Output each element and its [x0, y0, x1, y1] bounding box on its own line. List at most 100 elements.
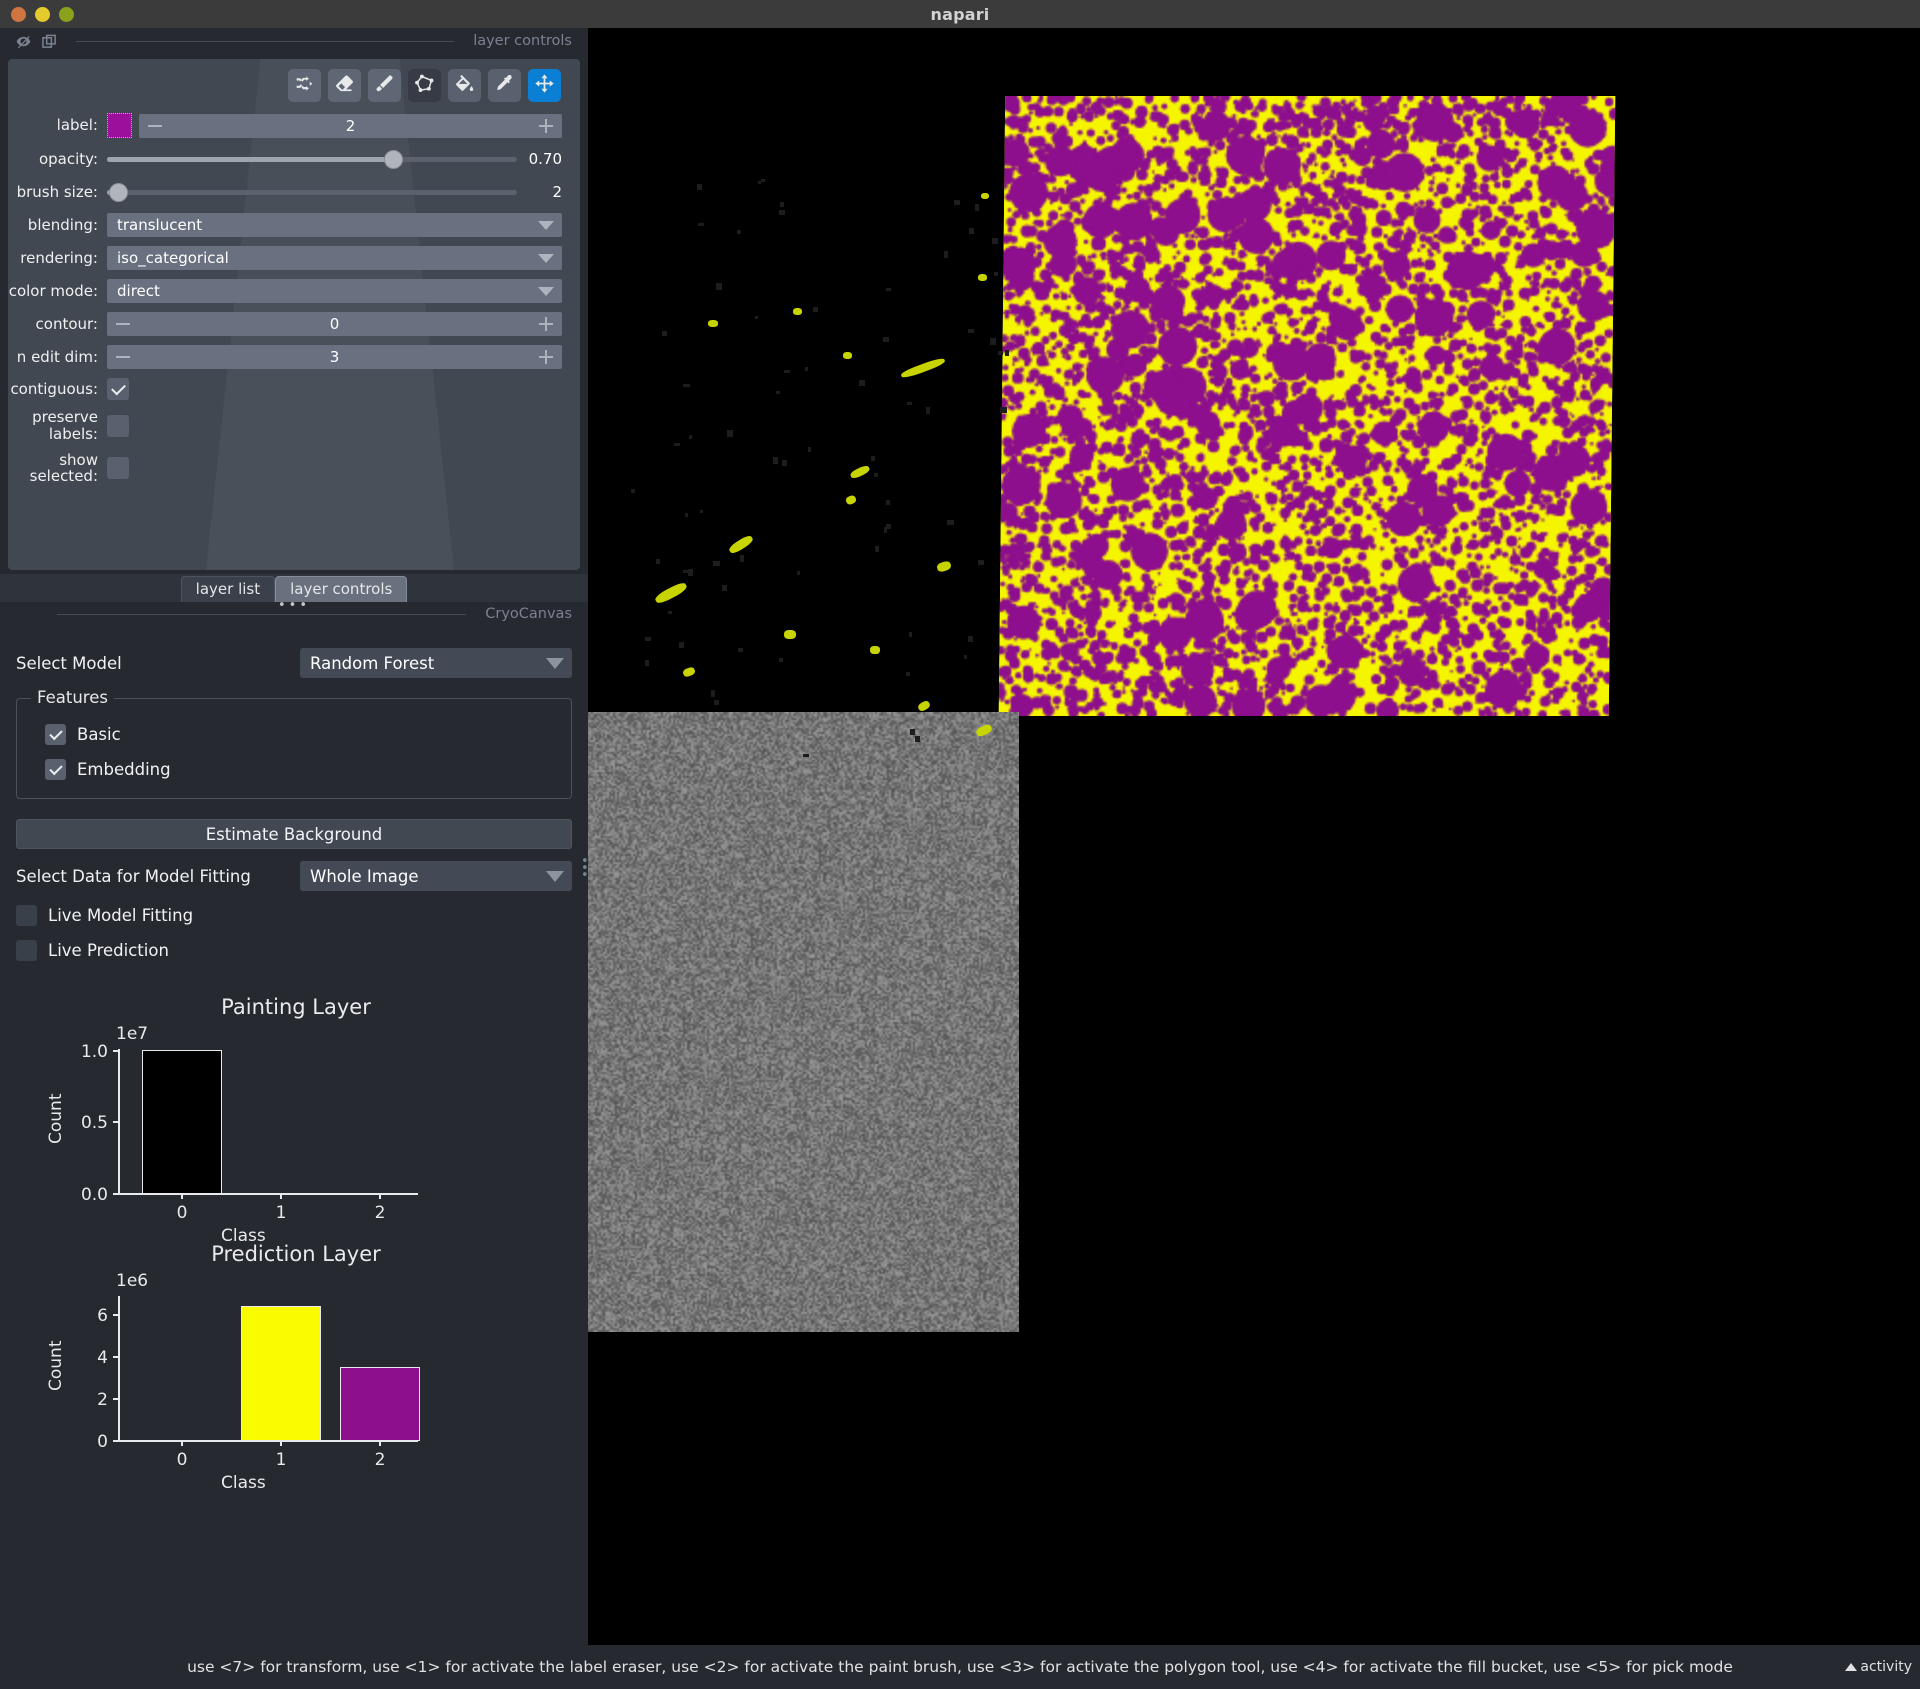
plus-icon[interactable]: [539, 350, 553, 364]
preserve-labels-checkbox[interactable]: [107, 414, 129, 437]
paintbrush-icon: [374, 73, 395, 98]
plus-icon[interactable]: [539, 118, 553, 133]
brush-size-slider[interactable]: [107, 180, 517, 204]
live-model-fitting-checkbox[interactable]: [16, 905, 37, 926]
image-speck: [781, 459, 787, 466]
chevron-down-icon: [538, 253, 554, 263]
fill-bucket-button[interactable]: [448, 69, 481, 102]
show-selected-control-field: [107, 457, 562, 480]
image-speck: [874, 545, 880, 552]
opacity-slider[interactable]: [107, 147, 517, 171]
napari-canvas[interactable]: [588, 28, 1920, 1645]
color-mode-combobox[interactable]: direct: [107, 279, 562, 303]
shuffle-colors-button[interactable]: [288, 69, 321, 102]
n-edit-dim-control-label: n edit dim:: [16, 347, 98, 366]
image-speck: [721, 584, 727, 592]
paint-brush-button[interactable]: [368, 69, 401, 102]
y-tick-label: 2: [97, 1390, 108, 1410]
x-tick: [181, 1194, 183, 1199]
polygon-tool-button[interactable]: [408, 69, 441, 102]
x-tick: [280, 1441, 282, 1446]
paint-stroke: [849, 464, 871, 480]
activity-button[interactable]: activity: [1845, 1659, 1912, 1675]
shuffle-icon: [294, 73, 315, 98]
image-speck: [700, 509, 704, 514]
chevron-up-icon: [1845, 1663, 1858, 1671]
image-speck: [998, 350, 1004, 356]
image-speck: [644, 637, 651, 642]
status-bar: use <7> for transform, use <1> for activ…: [0, 1645, 1920, 1689]
feature-embedding-checkbox[interactable]: [45, 759, 66, 780]
opacity-slider-knob[interactable]: [383, 149, 403, 169]
tab-layer-list[interactable]: layer list: [180, 576, 276, 602]
image-speck: [713, 561, 720, 566]
preserve-labels-control-label: preserve labels:: [32, 408, 98, 443]
n-edit-dim-spinbox[interactable]: 3: [107, 345, 562, 369]
label-spinbox[interactable]: 2: [139, 113, 562, 138]
image-speck: [963, 654, 968, 660]
rendering-combobox[interactable]: iso_categorical: [107, 246, 562, 270]
live-model-fitting-label: Live Model Fitting: [48, 906, 194, 925]
image-speck: [683, 384, 690, 388]
show-selected-checkbox[interactable]: [107, 457, 129, 480]
y-tick-label: 0: [97, 1432, 108, 1452]
paint-stroke: [727, 533, 755, 556]
image-speck: [754, 316, 758, 320]
image-speck: [974, 204, 979, 211]
feature-basic-checkbox[interactable]: [45, 724, 66, 745]
image-speck: [696, 183, 702, 190]
live-prediction-checkbox[interactable]: [16, 940, 37, 961]
image-speck: [726, 429, 733, 437]
brush-size-slider-knob[interactable]: [109, 182, 129, 202]
window-titlebar: napari: [0, 0, 1920, 28]
plus-icon[interactable]: [539, 317, 553, 331]
image-speck: [885, 287, 891, 292]
visibility-off-icon[interactable]: [16, 34, 31, 49]
image-speck: [905, 671, 911, 676]
image-speck: [977, 560, 984, 565]
y-exponent-label: 1e7: [116, 1024, 149, 1044]
x-tick-label: 1: [275, 1450, 287, 1470]
image-speck: [883, 526, 888, 533]
cryocanvas-header-rule: [57, 613, 467, 615]
feature-basic-label: Basic: [77, 725, 121, 744]
pick-mode-button[interactable]: [488, 69, 521, 102]
left-dock-panel: layer controls label: 2 opacity: 0.70 br…: [0, 28, 589, 1645]
brush-size-control-field: 2: [107, 180, 562, 204]
select-model-combobox[interactable]: Random Forest: [300, 648, 572, 678]
y-axis-line: [118, 1296, 120, 1441]
contour-spinbox[interactable]: 0: [107, 312, 562, 336]
transform-button[interactable]: [528, 69, 561, 102]
preserve-labels-control-field: [107, 414, 562, 437]
copy-icon[interactable]: [42, 34, 57, 49]
x-tick-label: 0: [176, 1203, 188, 1223]
image-speck: [716, 283, 723, 290]
live-prediction-row[interactable]: Live Prediction: [16, 940, 572, 961]
select-data-combobox[interactable]: Whole Image: [300, 861, 572, 891]
paint-stroke: [681, 666, 697, 678]
y-tick: [113, 1050, 118, 1052]
opacity-value: 0.70: [528, 150, 562, 168]
paint-stroke: [981, 193, 989, 199]
image-speck: [947, 520, 954, 525]
y-tick-label: 4: [97, 1348, 108, 1368]
brush-size-value: 2: [552, 183, 562, 201]
y-tick: [113, 1356, 118, 1358]
x-tick-label: 0: [176, 1450, 188, 1470]
feature-basic-row[interactable]: Basic: [45, 724, 557, 745]
cryocanvas-dock-header: CryoCanvas: [0, 602, 588, 635]
label-eraser-button[interactable]: [328, 69, 361, 102]
live-model-fitting-row[interactable]: Live Model Fitting: [16, 905, 572, 926]
blending-combobox[interactable]: translucent: [107, 213, 562, 237]
image-speck: [914, 736, 920, 742]
y-tick: [113, 1314, 118, 1316]
contiguous-checkbox[interactable]: [107, 378, 129, 400]
contour-control-label: contour:: [35, 314, 98, 333]
select-model-value: Random Forest: [310, 653, 435, 673]
image-speck: [630, 489, 635, 493]
estimate-background-button[interactable]: Estimate Background: [16, 819, 572, 849]
image-speck: [778, 658, 783, 663]
label-color-swatch[interactable]: [107, 113, 132, 138]
paint-stroke: [978, 274, 987, 281]
feature-embedding-row[interactable]: Embedding: [45, 759, 557, 780]
